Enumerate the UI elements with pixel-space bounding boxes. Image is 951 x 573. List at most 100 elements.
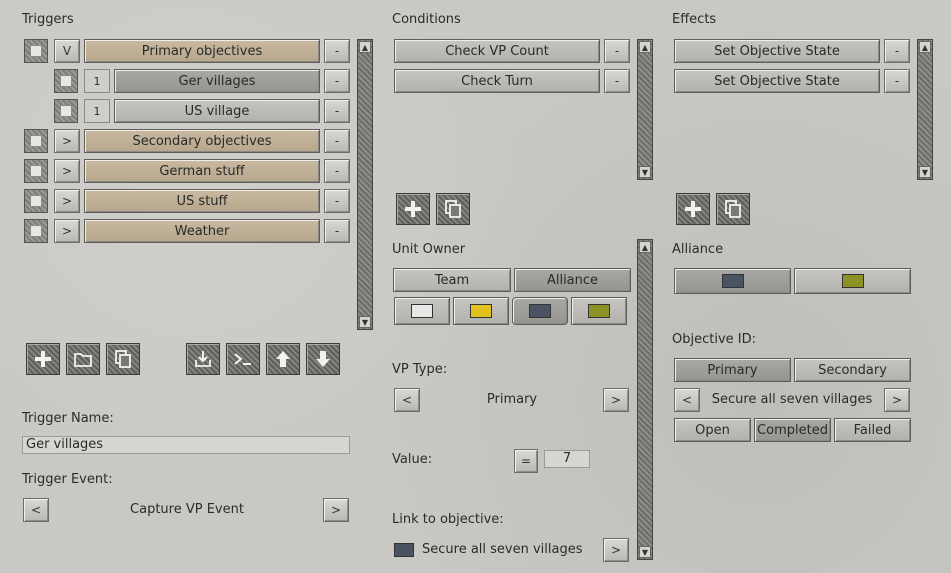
move-up-button[interactable] [266,343,300,375]
link-objective-value: Secure all seven villages [422,542,583,557]
trigger-checkbox[interactable] [54,99,78,123]
color-swatch [841,274,864,288]
copy-effect-button[interactable] [716,193,750,225]
effects-item[interactable]: Set Objective State [674,69,880,93]
alliance-color-button[interactable] [794,268,911,294]
trigger-count: 1 [84,99,110,123]
add-condition-button[interactable] [396,193,430,225]
checkbox-indicator [30,195,42,207]
trigger-item[interactable]: Ger villages [114,69,320,93]
scroll-down-icon[interactable]: ▼ [919,166,931,178]
scroll-up-icon[interactable]: ▲ [639,41,651,53]
remove-trigger-button[interactable]: - [324,189,350,213]
remove-trigger-button[interactable]: - [324,99,350,123]
trigger-count: 1 [84,69,110,93]
effects-item[interactable]: Set Objective State [674,39,880,63]
trigger-group[interactable]: German stuff [84,159,320,183]
remove-effects-button[interactable]: - [884,69,910,93]
checkbox-indicator [30,45,42,57]
state-failed-button[interactable]: Failed [834,418,911,442]
objective-next-button[interactable]: > [884,388,910,412]
remove-conditions-button[interactable]: - [604,69,630,93]
owner-color-button[interactable] [512,297,568,325]
triggers-scrollbar[interactable]: ▲ ▼ [357,39,373,330]
expand-toggle-button[interactable]: V [54,39,80,63]
color-swatch [470,304,492,318]
arrow-up-icon [276,351,290,367]
alliance-label: Alliance [672,242,724,257]
vp-type-label: VP Type: [392,362,448,377]
vp-type-next-button[interactable]: > [603,388,629,412]
team-button[interactable]: Team [393,268,511,292]
trigger-name-input[interactable]: Ger villages [22,436,350,454]
owner-color-button[interactable] [571,297,627,325]
state-open-button[interactable]: Open [674,418,751,442]
condition-props-scrollbar[interactable]: ▲ ▼ [637,239,653,560]
trigger-group[interactable]: Primary objectives [84,39,320,63]
value-operator-button[interactable]: = [514,449,538,473]
trigger-event-prev-button[interactable]: < [23,498,49,522]
expand-toggle-button[interactable]: > [54,219,80,243]
add-effect-button[interactable] [676,193,710,225]
remove-conditions-button[interactable]: - [604,39,630,63]
objective-primary-button[interactable]: Primary [674,358,791,382]
value-input[interactable]: 7 [544,450,590,468]
checkbox-indicator [60,75,72,87]
trigger-checkbox[interactable] [24,219,48,243]
remove-trigger-button[interactable]: - [324,69,350,93]
add-trigger-button[interactable] [26,343,60,375]
state-completed-button[interactable]: Completed [754,418,831,442]
scroll-up-icon[interactable]: ▲ [359,41,371,53]
trigger-checkbox[interactable] [24,189,48,213]
color-swatch [529,304,551,318]
trigger-group[interactable]: US stuff [84,189,320,213]
move-down-button[interactable] [306,343,340,375]
console-button[interactable] [226,343,260,375]
trigger-group[interactable]: Secondary objectives [84,129,320,153]
alliance-color-button[interactable] [674,268,791,294]
objective-prev-button[interactable]: < [674,388,700,412]
add-folder-button[interactable] [66,343,100,375]
remove-trigger-button[interactable]: - [324,39,350,63]
remove-trigger-button[interactable]: - [324,129,350,153]
scroll-up-icon[interactable]: ▲ [919,41,931,53]
unit-owner-label: Unit Owner [392,242,466,257]
copy-trigger-button[interactable] [106,343,140,375]
trigger-checkbox[interactable] [54,69,78,93]
objective-secondary-button[interactable]: Secondary [794,358,911,382]
owner-color-button[interactable] [453,297,509,325]
expand-toggle-button[interactable]: > [54,129,80,153]
expand-toggle-button[interactable]: > [54,189,80,213]
trigger-checkbox[interactable] [24,129,48,153]
import-button[interactable] [186,343,220,375]
scroll-down-icon[interactable]: ▼ [639,546,651,558]
vp-type-prev-button[interactable]: < [394,388,420,412]
owner-color-button[interactable] [394,297,450,325]
alliance-button[interactable]: Alliance [514,268,631,292]
effects-scrollbar[interactable]: ▲ ▼ [917,39,933,180]
scroll-down-icon[interactable]: ▼ [359,316,371,328]
conditions-scrollbar[interactable]: ▲ ▼ [637,39,653,180]
folder-icon [74,353,92,367]
copy-icon [115,350,131,368]
remove-effects-button[interactable]: - [884,39,910,63]
checkbox-indicator [30,225,42,237]
scroll-down-icon[interactable]: ▼ [639,166,651,178]
checkbox-indicator [30,135,42,147]
trigger-checkbox[interactable] [24,39,48,63]
expand-toggle-button[interactable]: > [54,159,80,183]
objective-value: Secure all seven villages [711,392,873,407]
copy-icon [725,200,741,218]
remove-trigger-button[interactable]: - [324,159,350,183]
trigger-group[interactable]: Weather [84,219,320,243]
copy-condition-button[interactable] [436,193,470,225]
scroll-up-icon[interactable]: ▲ [639,241,651,253]
conditions-item[interactable]: Check Turn [394,69,600,93]
trigger-event-label: Trigger Event: [22,472,113,487]
link-objective-next-button[interactable]: > [603,538,629,562]
remove-trigger-button[interactable]: - [324,219,350,243]
trigger-event-next-button[interactable]: > [323,498,349,522]
trigger-checkbox[interactable] [24,159,48,183]
conditions-item[interactable]: Check VP Count [394,39,600,63]
trigger-item[interactable]: US village [114,99,320,123]
